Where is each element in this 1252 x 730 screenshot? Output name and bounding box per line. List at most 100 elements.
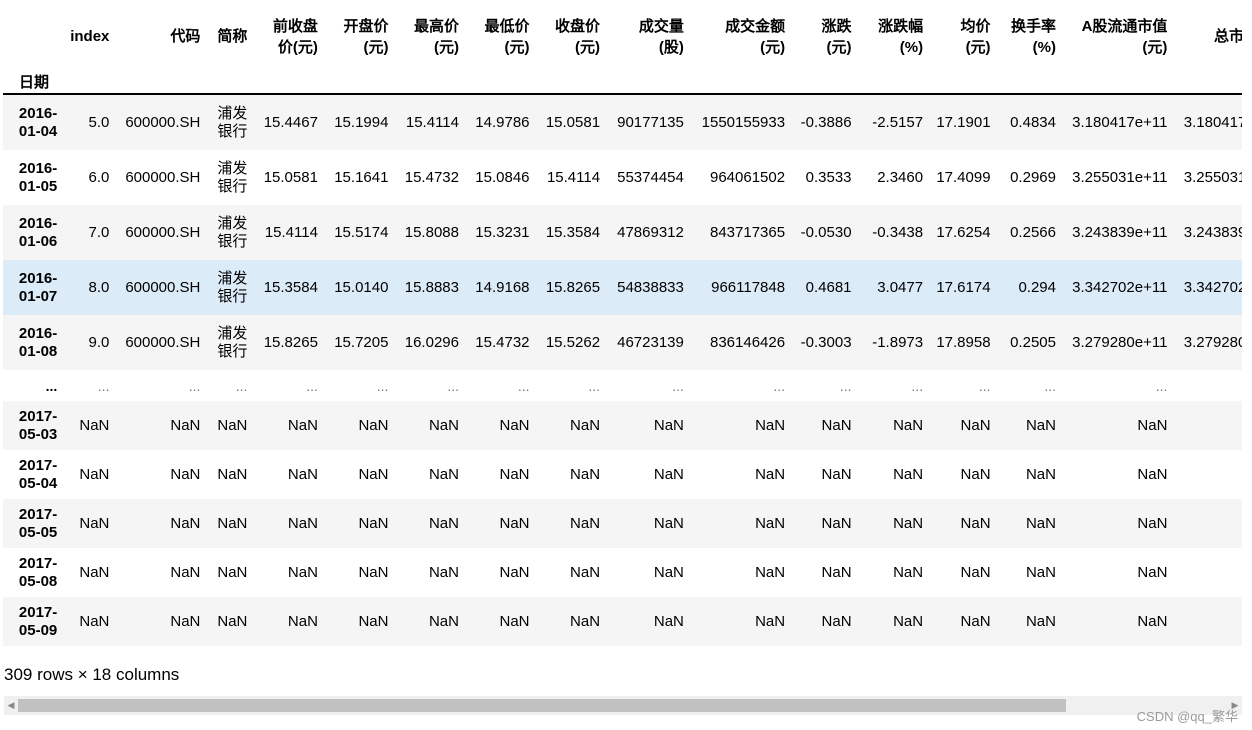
cell-prev_close: 15.8265 (263, 334, 318, 351)
cell-name: 浦发 银行 (217, 104, 248, 140)
cell-code: NaN (170, 564, 201, 581)
cell-amount: 843717365 (709, 224, 786, 241)
cell-low: 15.4732 (475, 334, 530, 351)
cell-index: NaN (79, 564, 110, 581)
cell-float_mv: NaN (1137, 417, 1168, 434)
cell-volume: 90177135 (617, 114, 684, 131)
cell-close: NaN (570, 613, 601, 630)
cell-total_mv: 3.342702e+11 (1183, 279, 1242, 296)
row-index-date: 2016- 01-05 (18, 159, 58, 195)
cell-change: NaN (821, 613, 852, 630)
cell-code: NaN (170, 466, 201, 483)
cell-code: 600000.SH (125, 279, 201, 296)
cell-pct: NaN (893, 417, 924, 434)
cell-prev_close: NaN (287, 466, 318, 483)
empty-header-cell (688, 71, 789, 94)
cell-index: NaN (79, 466, 110, 483)
cell-pct: 3.0477 (877, 279, 924, 296)
table-header: index 代码 简称 前收盘 价(元) 开盘价 (元) 最高价 (元) 最低价 (元) 收盘价 (元)… (3, 0, 1242, 94)
cell-turnover: NaN (1025, 417, 1056, 434)
table-row: 2016- 01-08 9.0 600000.SH 浦发 银行 15.8265 15.7205… (3, 315, 1242, 370)
cell-amount: 964061502 (709, 169, 786, 186)
cell-change: NaN (821, 564, 852, 581)
ellipsis-cell: ... (588, 377, 601, 394)
scroll-left-arrow-icon[interactable]: ◀ (4, 696, 18, 715)
cell-change: NaN (821, 515, 852, 532)
column-header-float_mv: A股流通市值 (元) (1081, 17, 1168, 56)
cell-volume: NaN (653, 466, 684, 483)
cell-name: 浦发 银行 (217, 324, 248, 360)
cell-turnover: 0.2566 (1010, 224, 1056, 241)
cell-code: 600000.SH (125, 114, 201, 131)
cell-prev_close: 15.4114 (264, 224, 318, 241)
cell-high: 15.4114 (405, 114, 459, 131)
cell-float_mv: 3.180417e+11 (1072, 114, 1168, 131)
cell-index: NaN (79, 613, 110, 630)
cell-total_mv: NaN (1171, 597, 1242, 646)
cell-amount: NaN (755, 417, 786, 434)
cell-change: -0.3886 (800, 114, 852, 131)
scrollbar-thumb[interactable] (18, 699, 1066, 712)
cell-float_mv: 3.342702e+11 (1072, 279, 1168, 296)
empty-header-cell (856, 71, 928, 94)
cell-float_mv: NaN (1137, 564, 1168, 581)
cell-amount: 1550155933 (701, 114, 786, 131)
cell-avg: NaN (960, 564, 991, 581)
column-header-code: 代码 (170, 28, 201, 45)
column-header-avg: 均价 (元) (960, 17, 991, 56)
cell-turnover: 0.294 (1018, 279, 1056, 296)
corner-cell (3, 0, 61, 71)
cell-turnover: NaN (1025, 466, 1056, 483)
cell-name: NaN (217, 465, 248, 483)
table-body: 2016- 01-04 5.0 600000.SH 浦发 银行 15.4467 15.1994… (3, 94, 1242, 646)
row-index-date: 2016- 01-07 (18, 269, 58, 305)
ellipsis-cell: ... (97, 377, 110, 394)
empty-header-cell (604, 71, 688, 94)
cell-volume: NaN (653, 613, 684, 630)
watermark: CSDN @qq_繁华 (1136, 709, 1238, 724)
cell-high: NaN (428, 564, 459, 581)
cell-total_mv: 3.255031e+11 (1183, 169, 1242, 186)
cell-close: NaN (570, 515, 601, 532)
cell-name: NaN (217, 563, 248, 581)
cell-low: NaN (499, 466, 530, 483)
column-header-high: 最高价 (元) (413, 17, 459, 56)
cell-open: 15.1994 (334, 114, 389, 131)
table-row: 2017- 05-08 NaN NaN NaN NaN NaN NaN NaN NaN NaN NaN… (3, 548, 1242, 597)
cell-prev_close: 15.4467 (263, 114, 318, 131)
cell-code: NaN (170, 613, 201, 630)
cell-total_mv: 3.243839e+11 (1183, 224, 1242, 241)
column-header-prev_close: 前收盘 价(元) (272, 17, 318, 56)
ellipsis-cell: ... (1155, 377, 1168, 394)
cell-amount: NaN (755, 466, 786, 483)
cell-open: NaN (358, 466, 389, 483)
cell-turnover: NaN (1025, 613, 1056, 630)
cell-volume: NaN (653, 417, 684, 434)
cell-pct: -0.3438 (872, 224, 924, 241)
cell-prev_close: 15.3584 (263, 279, 318, 296)
cell-float_mv: NaN (1137, 515, 1168, 532)
ellipsis-cell: ... (188, 377, 201, 394)
column-header-pct: 涨跌幅 (%) (878, 17, 924, 56)
cell-low: 15.3231 (475, 224, 530, 241)
empty-header-cell (204, 71, 251, 94)
cell-avg: 17.4099 (936, 169, 991, 186)
cell-code: 600000.SH (125, 224, 201, 241)
cell-avg: NaN (960, 417, 991, 434)
cell-index: NaN (79, 417, 110, 434)
cell-avg: NaN (960, 613, 991, 630)
cell-low: 15.0846 (475, 169, 530, 186)
row-index-date: 2016- 01-06 (18, 214, 58, 250)
horizontal-scrollbar[interactable]: ◀ ▶ (4, 696, 1242, 715)
cell-low: NaN (499, 515, 530, 532)
ellipsis-cell: ... (672, 377, 684, 394)
cell-high: NaN (428, 466, 459, 483)
cell-pct: NaN (893, 613, 924, 630)
cell-turnover: NaN (1025, 564, 1056, 581)
empty-header-cell (392, 71, 463, 94)
cell-name: 浦发 银行 (217, 159, 248, 195)
empty-header-cell (251, 71, 322, 94)
cell-prev_close: 15.0581 (263, 169, 318, 186)
cell-close: NaN (570, 466, 601, 483)
cell-name: 浦发 银行 (217, 214, 248, 250)
